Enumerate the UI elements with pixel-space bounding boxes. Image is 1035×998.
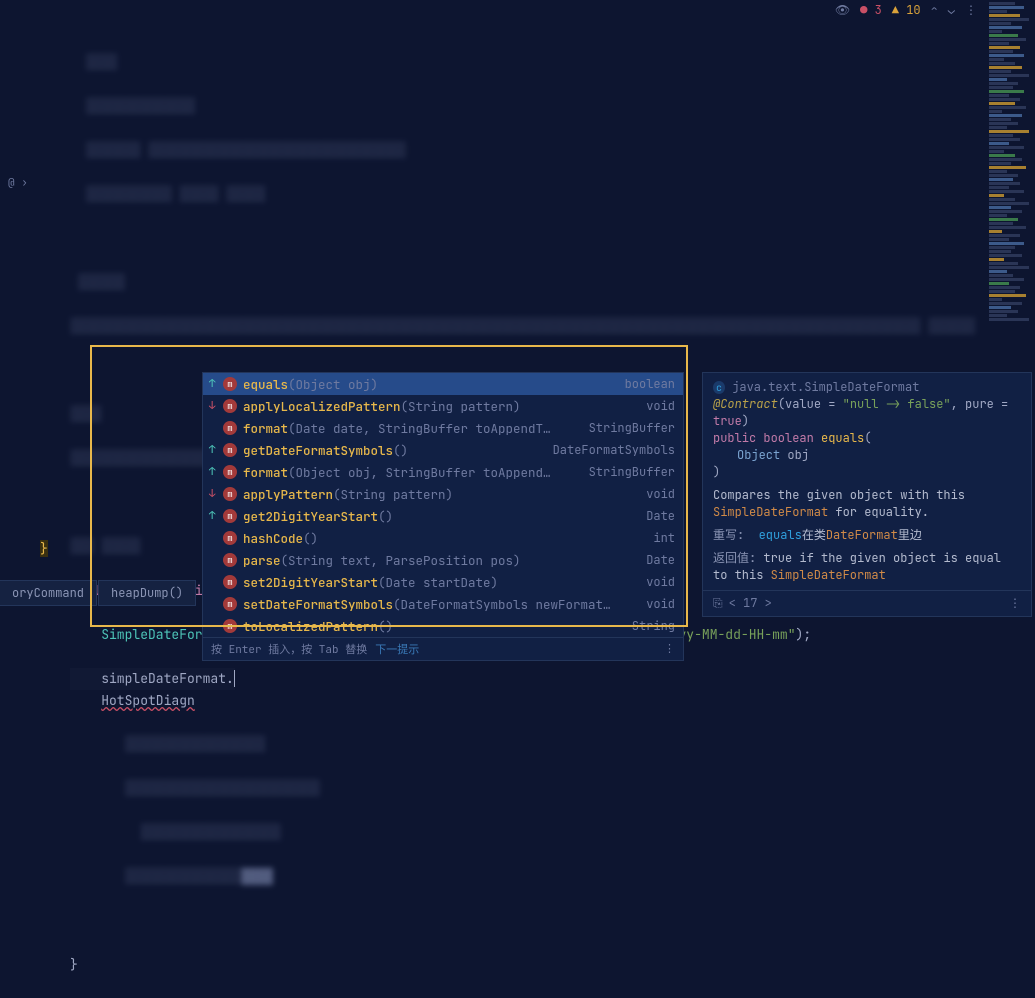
code-completion-popup[interactable]: ↑ m equals(Object obj) boolean ↓ m applyLocali…: [202, 372, 684, 661]
matching-brace-indicator: }: [40, 540, 48, 557]
method-icon: m: [223, 597, 237, 611]
override-arrow-icon: ·: [207, 531, 217, 545]
typing-line[interactable]: simpleDateFormat.: [70, 668, 235, 690]
completion-item[interactable]: · m set2DigitYearStart(Date startDate) void: [203, 571, 683, 593]
completion-return-type: void: [646, 574, 675, 590]
completion-signature: set2DigitYearStart(Date startDate): [243, 574, 640, 591]
completion-return-type: StringBuffer: [589, 420, 675, 436]
completion-item[interactable]: · m hashCode() int: [203, 527, 683, 549]
completion-signature: applyLocalizedPattern(String pattern): [243, 398, 640, 415]
completion-item[interactable]: ↑ m getDateFormatSymbols() DateFormatSymbol…: [203, 439, 683, 461]
method-icon: m: [223, 421, 237, 435]
completion-return-type: void: [646, 398, 675, 414]
doc-description: Compares the given object with this Simp…: [713, 487, 1021, 521]
completion-item[interactable]: ↑ m equals(Object obj) boolean: [203, 373, 683, 395]
override-arrow-icon: ·: [207, 597, 217, 611]
tab-heapdump[interactable]: heapDump(): [98, 580, 196, 606]
doc-signature: public boolean equals( Object obj ): [713, 430, 1021, 481]
method-icon: m: [223, 487, 237, 501]
override-arrow-icon: ·: [207, 619, 217, 633]
method-icon: m: [223, 575, 237, 589]
completion-return-type: boolean: [625, 376, 675, 392]
completion-signature: applyPattern(String pattern): [243, 486, 640, 503]
completion-signature: hashCode(): [243, 530, 647, 547]
completion-signature: format(Date date, StringBuffer toAppendT…: [243, 420, 583, 437]
override-arrow-icon: ↓: [207, 487, 217, 501]
completion-signature: getDateFormatSymbols(): [243, 442, 547, 459]
completion-return-type: Date: [646, 508, 675, 524]
completion-return-type: void: [646, 596, 675, 612]
method-icon: m: [223, 531, 237, 545]
override-arrow-icon: ↑: [207, 377, 217, 391]
override-arrow-icon: ↓: [207, 399, 217, 413]
completion-signature: get2DigitYearStart(): [243, 508, 640, 525]
doc-overrides: 重写: equals在类DateFormat里边: [713, 527, 1021, 544]
override-arrow-icon: ↑: [207, 443, 217, 457]
doc-contract: @Contract(value = "null -> false", pure …: [713, 396, 1021, 430]
more-icon[interactable]: ⋮: [1009, 595, 1021, 612]
method-icon: m: [223, 465, 237, 479]
doc-returns: 返回值: true if the given object is equal t…: [713, 550, 1021, 584]
completion-return-type: void: [646, 486, 675, 502]
completion-item[interactable]: · m parse(String text, ParsePosition pos) D…: [203, 549, 683, 571]
completion-return-type: Date: [646, 552, 675, 568]
completion-return-type: StringBuffer: [589, 464, 675, 480]
structure-tabs[interactable]: oryCommand heapDump(): [0, 580, 196, 606]
override-arrow-icon: ·: [207, 553, 217, 567]
quick-doc-popup[interactable]: c java.text.SimpleDateFormat @Contract(v…: [702, 372, 1032, 617]
method-icon: m: [223, 377, 237, 391]
completion-item[interactable]: ↓ m applyPattern(String pattern) void: [203, 483, 683, 505]
completion-signature: format(Object obj, StringBuffer toAppend…: [243, 464, 583, 481]
class-icon: c: [713, 381, 725, 394]
completion-item[interactable]: · m toLocalizedPattern() String: [203, 615, 683, 637]
override-arrow-icon: ↑: [207, 509, 217, 523]
completion-hint-bar: 按 Enter 插入，按 Tab 替换 下一提示 ⋮: [203, 637, 683, 660]
doc-download-icon[interactable]: ⎘: [713, 595, 723, 612]
partial-identifier: HotSpotDiagn: [70, 690, 985, 712]
method-icon: m: [223, 509, 237, 523]
doc-nav-bar[interactable]: ⎘ < 17 > ⋮: [703, 590, 1031, 616]
override-arrow-icon: ↑: [207, 465, 217, 479]
method-icon: m: [223, 553, 237, 567]
method-icon: m: [223, 619, 237, 633]
completion-return-type: int: [653, 530, 675, 546]
completion-item[interactable]: ↑ m format(Object obj, StringBuffer toAppe…: [203, 461, 683, 483]
override-arrow-icon: ·: [207, 421, 217, 435]
completion-signature: parse(String text, ParsePosition pos): [243, 552, 640, 569]
method-icon: m: [223, 399, 237, 413]
completion-return-type: String: [632, 618, 675, 634]
completion-item[interactable]: ↓ m applyLocalizedPattern(String pattern) v…: [203, 395, 683, 417]
completion-item[interactable]: · m setDateFormatSymbols(DateFormatSymbols…: [203, 593, 683, 615]
completion-return-type: DateFormatSymbols: [553, 442, 675, 458]
tab-prev[interactable]: oryCommand: [0, 580, 97, 606]
completion-item[interactable]: ↑ m get2DigitYearStart() Date: [203, 505, 683, 527]
completion-signature: equals(Object obj): [243, 376, 619, 393]
more-icon[interactable]: ⋮: [664, 642, 675, 656]
completion-item[interactable]: · m format(Date date, StringBuffer toAppen…: [203, 417, 683, 439]
override-arrow-icon: ·: [207, 575, 217, 589]
method-icon: m: [223, 443, 237, 457]
doc-header: c java.text.SimpleDateFormat: [713, 379, 1021, 396]
completion-signature: setDateFormatSymbols(DateFormatSymbols n…: [243, 596, 640, 613]
completion-signature: toLocalizedPattern(): [243, 618, 626, 635]
